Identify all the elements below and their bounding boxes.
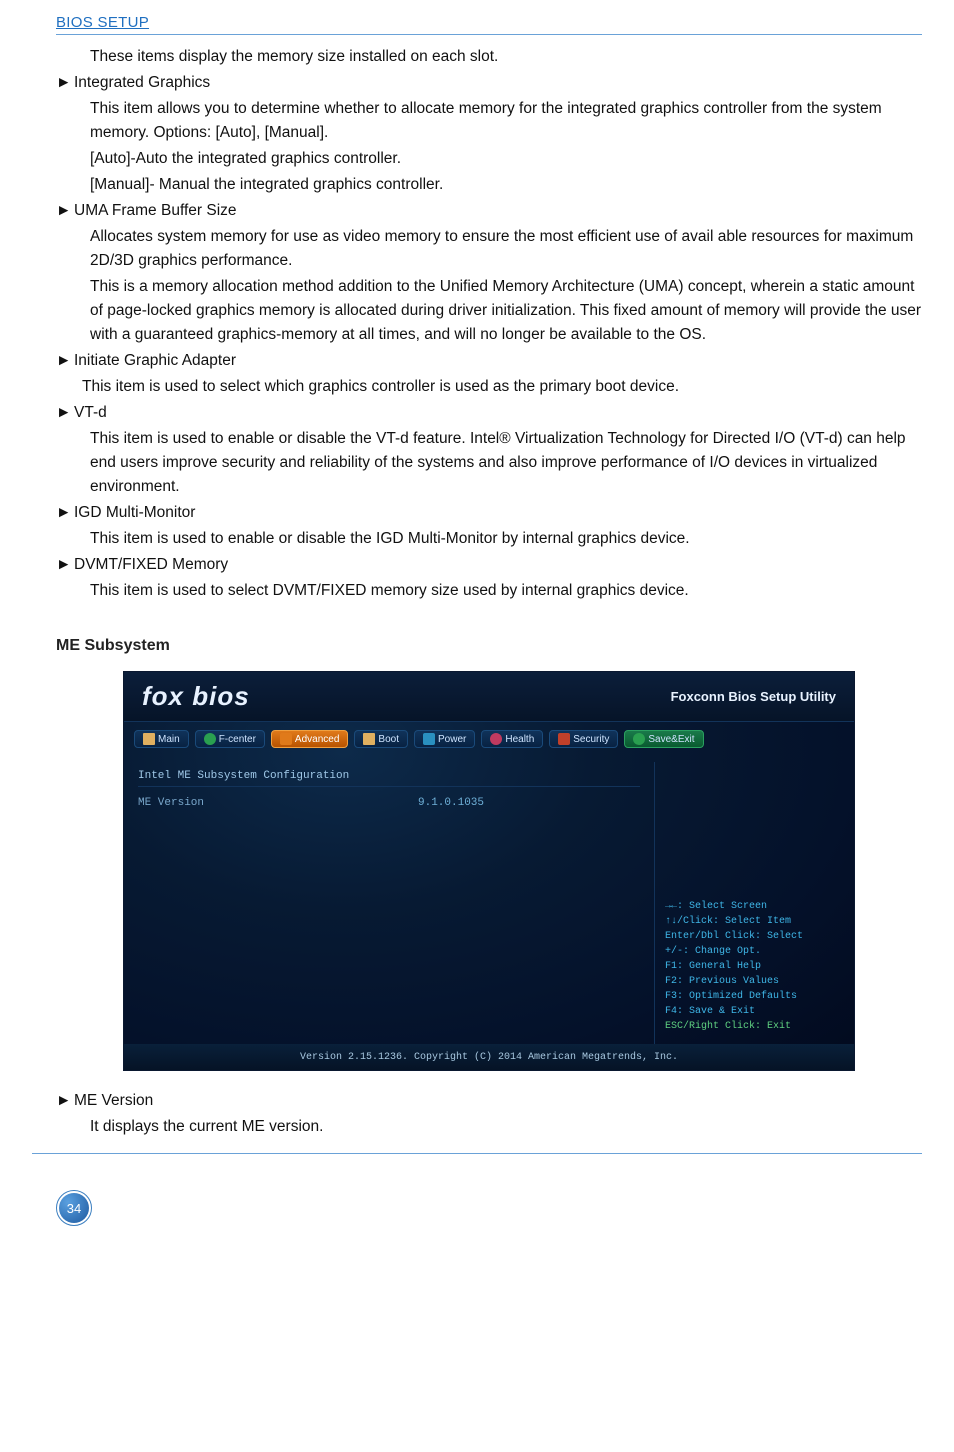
tab-fcenter[interactable]: F-center — [195, 730, 265, 748]
folder-icon — [143, 733, 155, 745]
tab-label: Health — [505, 734, 534, 745]
item-heading: ►VT-d — [56, 401, 922, 425]
item-title: UMA Frame Buffer Size — [74, 202, 237, 219]
item-heading: ►IGD Multi-Monitor — [56, 501, 922, 525]
fcenter-icon — [204, 733, 216, 745]
bios-panel-title: Intel ME Subsystem Configuration — [138, 770, 640, 787]
tab-label: Power — [438, 734, 466, 745]
tab-boot[interactable]: Boot — [354, 730, 408, 748]
help-line: F1: General Help — [665, 959, 844, 974]
paragraph: This item allows you to determine whethe… — [90, 97, 922, 145]
security-icon — [558, 733, 570, 745]
help-line: +/-: Change Opt. — [665, 944, 844, 959]
tab-power[interactable]: Power — [414, 730, 475, 748]
health-icon — [490, 733, 502, 745]
bios-left-panel: Intel ME Subsystem Configuration ME Vers… — [124, 762, 654, 1044]
tab-label: Save&Exit — [648, 734, 694, 745]
boot-icon — [363, 733, 375, 745]
help-line: ESC/Right Click: Exit — [665, 1019, 844, 1034]
power-icon — [423, 733, 435, 745]
page-number-badge: 34 — [56, 1190, 92, 1226]
bios-help-panel: →←: Select Screen ↑↓/Click: Select Item … — [654, 762, 854, 1044]
tab-label: Advanced — [295, 734, 339, 745]
arrow-icon: ► — [56, 71, 74, 95]
tab-label: Security — [573, 734, 609, 745]
bios-row-label: ME Version — [138, 797, 418, 809]
bios-footer: Version 2.15.1236. Copyright (C) 2014 Am… — [124, 1044, 854, 1070]
arrow-icon: ► — [56, 401, 74, 425]
tab-label: Main — [158, 734, 180, 745]
section-title: ME Subsystem — [56, 637, 922, 655]
tab-main[interactable]: Main — [134, 730, 189, 748]
item-heading: ►ME Version — [56, 1089, 922, 1113]
help-line: ↑↓/Click: Select Item — [665, 914, 844, 929]
help-line: Enter/Dbl Click: Select — [665, 929, 844, 944]
bios-row-value: 9.1.0.1035 — [418, 797, 484, 809]
help-line: →←: Select Screen — [665, 899, 844, 914]
help-line: F4: Save & Exit — [665, 1004, 844, 1019]
paragraph: This item is used to enable or disable t… — [90, 427, 922, 499]
tab-health[interactable]: Health — [481, 730, 543, 748]
item-title: IGD Multi-Monitor — [74, 504, 195, 521]
help-line: F3: Optimized Defaults — [665, 989, 844, 1004]
header-link: BIOS SETUP — [56, 14, 149, 31]
item-title: DVMT/FIXED Memory — [74, 556, 228, 573]
arrow-icon: ► — [56, 199, 74, 223]
arrow-icon: ► — [56, 501, 74, 525]
paragraph: Allocates system memory for use as video… — [90, 225, 922, 273]
footer-rule — [32, 1153, 922, 1154]
bios-config-row: ME Version 9.1.0.1035 — [138, 797, 640, 809]
item-title: Integrated Graphics — [74, 74, 210, 91]
paragraph: It displays the current ME version. — [90, 1115, 922, 1139]
item-heading: ►UMA Frame Buffer Size — [56, 199, 922, 223]
paragraph: [Manual]- Manual the integrated graphics… — [90, 173, 922, 197]
section-header: BIOS SETUP — [56, 14, 922, 35]
tab-advanced[interactable]: Advanced — [271, 730, 348, 748]
tab-label: Boot — [378, 734, 399, 745]
paragraph: This item is used to select which graphi… — [82, 375, 922, 399]
item-heading: ►DVMT/FIXED Memory — [56, 553, 922, 577]
item-title: VT-d — [74, 404, 107, 421]
bios-topbar: fox bios Foxconn Bios Setup Utility — [124, 672, 854, 722]
arrow-icon: ► — [56, 553, 74, 577]
item-title: ME Version — [74, 1092, 153, 1109]
arrow-icon: ► — [56, 349, 74, 373]
arrow-icon: ► — [56, 1089, 74, 1113]
bios-tabs: Main F-center Advanced Boot Power Health… — [124, 722, 854, 756]
item-heading: ►Integrated Graphics — [56, 71, 922, 95]
help-line: F2: Previous Values — [665, 974, 844, 989]
bios-screenshot: fox bios Foxconn Bios Setup Utility Main… — [123, 671, 855, 1071]
bios-utility-title: Foxconn Bios Setup Utility — [671, 689, 836, 704]
item-heading: ►Initiate Graphic Adapter — [56, 349, 922, 373]
paragraph: [Auto]-Auto the integrated graphics cont… — [90, 147, 922, 171]
bios-logo: fox bios — [142, 681, 250, 712]
tab-security[interactable]: Security — [549, 730, 618, 748]
paragraph: This item is used to select DVMT/FIXED m… — [90, 579, 922, 603]
tab-save-exit[interactable]: Save&Exit — [624, 730, 703, 748]
advanced-icon — [280, 733, 292, 745]
tab-label: F-center — [219, 734, 256, 745]
paragraph: This item is used to enable or disable t… — [90, 527, 922, 551]
paragraph: These items display the memory size inst… — [90, 45, 922, 69]
save-exit-icon — [633, 733, 645, 745]
item-title: Initiate Graphic Adapter — [74, 352, 236, 369]
paragraph: This is a memory allocation method addit… — [90, 275, 922, 347]
